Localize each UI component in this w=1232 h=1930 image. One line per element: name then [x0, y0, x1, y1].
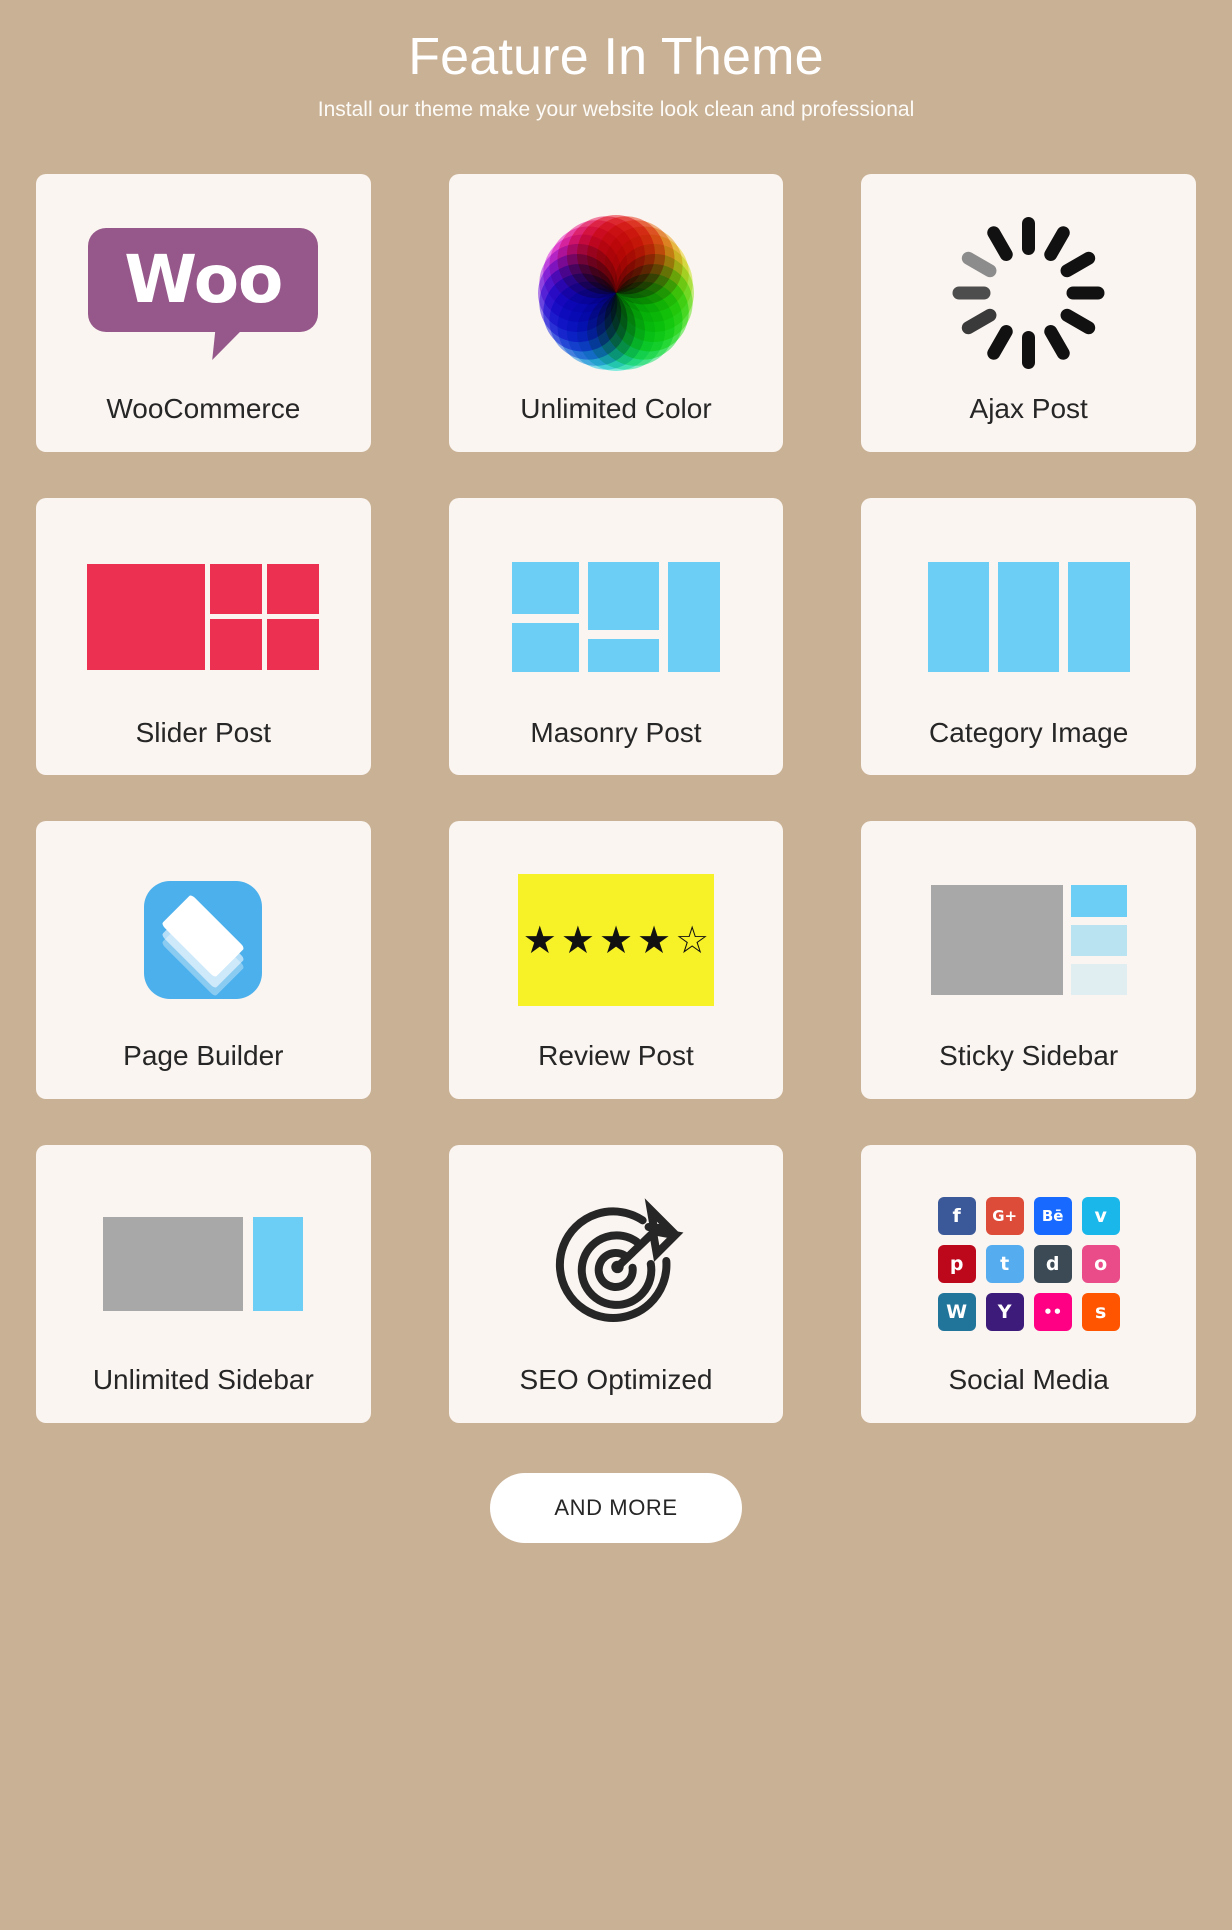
spinner-spoke — [952, 286, 991, 300]
feature-section: Feature In Theme Install our theme make … — [0, 0, 1232, 1930]
footer-actions: AND MORE — [0, 1472, 1232, 1543]
feature-card-woocommerce[interactable]: Woo WooCommerce — [36, 174, 371, 452]
target-dartboard-icon — [555, 1198, 684, 1322]
feature-label: Page Builder — [123, 1040, 284, 1072]
spinner-spoke — [959, 306, 999, 337]
soundcloud-icon[interactable]: s — [1081, 1293, 1120, 1332]
feature-label: Category Image — [929, 716, 1129, 748]
behance-icon[interactable]: Bē — [1033, 1197, 1072, 1236]
spinner-spoke — [1022, 331, 1036, 370]
yandex-icon[interactable]: Y — [985, 1293, 1024, 1332]
woocommerce-logo-icon: Woo — [88, 228, 319, 361]
page-title: Feature In Theme — [408, 28, 824, 86]
feature-card-ajax-post[interactable]: Ajax Post — [861, 174, 1196, 452]
spinner-spoke — [1058, 306, 1098, 337]
pinterest-icon[interactable]: p — [937, 1245, 976, 1284]
social-icons-grid-icon: f G+ Bē v p t d o W Y •• s — [937, 1197, 1120, 1332]
star-filled-icon: ★ — [598, 918, 634, 963]
feature-card-page-builder[interactable]: Page Builder — [36, 821, 371, 1100]
slider-layout-icon — [87, 563, 320, 670]
icon-container — [467, 524, 766, 710]
icon-container — [879, 847, 1178, 1033]
icon-container: f G+ Bē v p t d o W Y •• s — [879, 1171, 1178, 1357]
page-subtitle: Install our theme make your website look… — [317, 98, 915, 122]
feature-label: Social Media — [948, 1364, 1109, 1396]
feature-label: Masonry Post — [530, 716, 702, 748]
icon-container — [467, 200, 766, 386]
loading-spinner-icon — [952, 217, 1105, 370]
star-filled-icon: ★ — [637, 918, 672, 963]
spinner-spoke — [1066, 286, 1105, 300]
icon-container: ★ ★ ★ ★ ☆ — [467, 847, 766, 1033]
woo-wordmark: Woo — [124, 241, 283, 319]
section-header: Feature In Theme Install our theme make … — [0, 0, 1232, 132]
flickr-icon[interactable]: •• — [1033, 1293, 1072, 1332]
icon-container — [54, 1171, 353, 1357]
feature-grid: Woo WooCommerce Unlimited Color Ajax Pos… — [36, 174, 1196, 1423]
spinner-spoke — [1042, 322, 1073, 363]
feature-label: Review Post — [538, 1040, 694, 1072]
icon-container — [879, 200, 1178, 386]
icon-container — [467, 1171, 766, 1357]
wordpress-icon[interactable]: W — [937, 1293, 976, 1332]
sticky-sidebar-layout-icon — [930, 885, 1127, 996]
star-rating-icon: ★ ★ ★ ★ ☆ — [517, 874, 714, 1007]
feature-label: Ajax Post — [969, 393, 1088, 425]
stacked-layers-icon — [144, 881, 263, 1000]
feature-card-masonry-post[interactable]: Masonry Post — [448, 497, 784, 776]
spinner-spoke — [1058, 249, 1098, 280]
deviantart-icon[interactable]: d — [1033, 1245, 1072, 1284]
spinner-spoke — [1042, 224, 1073, 264]
feature-label: Slider Post — [135, 716, 272, 748]
feature-card-unlimited-sidebar[interactable]: Unlimited Sidebar — [36, 1145, 371, 1423]
feature-card-unlimited-color[interactable]: Unlimited Color — [448, 174, 784, 452]
feature-card-social-media[interactable]: f G+ Bē v p t d o W Y •• s Social Media — [861, 1145, 1196, 1423]
feature-card-slider-post[interactable]: Slider Post — [36, 497, 371, 776]
spinner-spoke — [985, 322, 1016, 363]
feature-card-seo-optimized[interactable]: SEO Optimized — [448, 1145, 784, 1423]
feature-card-sticky-sidebar[interactable]: Sticky Sidebar — [861, 821, 1196, 1100]
icon-container — [54, 524, 353, 710]
dribbble-icon[interactable]: o — [1081, 1245, 1120, 1284]
google-plus-icon[interactable]: G+ — [985, 1197, 1024, 1236]
icon-container: Woo — [54, 200, 353, 386]
unlimited-sidebar-layout-icon — [103, 1217, 304, 1312]
star-filled-icon: ★ — [560, 918, 595, 963]
icon-container — [54, 847, 353, 1033]
masonry-layout-icon — [511, 561, 720, 672]
star-filled-icon: ★ — [522, 918, 557, 963]
star-empty-icon: ☆ — [675, 918, 710, 963]
feature-label: WooCommerce — [106, 393, 301, 425]
woo-bubble-tail — [212, 326, 247, 361]
facebook-icon[interactable]: f — [937, 1197, 976, 1236]
vimeo-icon[interactable]: v — [1081, 1197, 1120, 1236]
twitter-icon[interactable]: t — [985, 1245, 1024, 1284]
feature-card-category-image[interactable]: Category Image — [861, 497, 1196, 776]
spinner-spoke — [1022, 217, 1036, 256]
feature-label: Unlimited Color — [520, 393, 712, 425]
color-wheel-icon — [528, 206, 704, 381]
icon-container — [879, 524, 1178, 710]
feature-label: SEO Optimized — [519, 1364, 713, 1396]
spinner-spoke — [959, 249, 999, 280]
spinner-spoke — [985, 224, 1016, 264]
feature-label: Sticky Sidebar — [939, 1040, 1119, 1072]
category-columns-icon — [927, 561, 1130, 672]
and-more-button[interactable]: AND MORE — [490, 1472, 742, 1543]
feature-card-review-post[interactable]: ★ ★ ★ ★ ☆ Review Post — [448, 821, 784, 1100]
feature-label: Unlimited Sidebar — [92, 1364, 314, 1396]
